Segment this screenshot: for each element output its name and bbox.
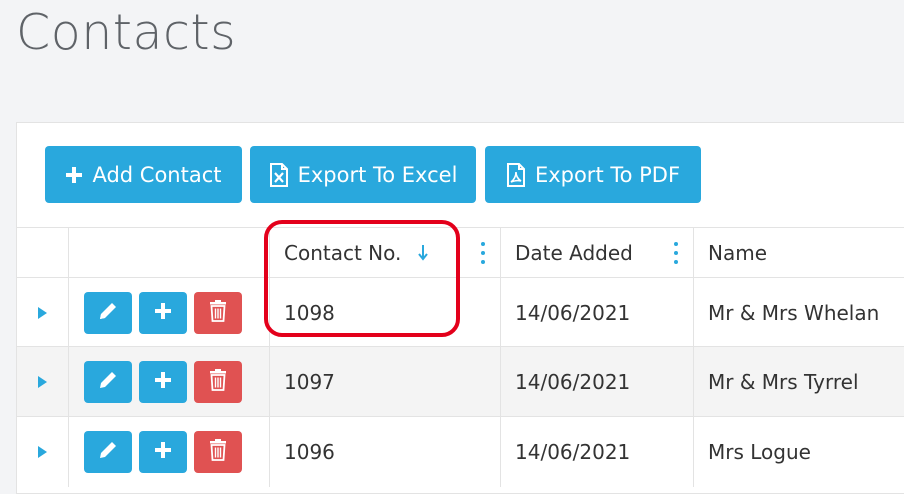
delete-button[interactable]	[194, 431, 242, 473]
edit-button[interactable]	[84, 361, 132, 403]
grid-header-row: Contact No. Date Added Name	[17, 227, 904, 278]
plus-icon	[154, 371, 172, 393]
cell-date-added: 14/06/2021	[515, 440, 631, 464]
column-header-date-added[interactable]: Date Added	[515, 228, 633, 278]
delete-button[interactable]	[194, 292, 242, 334]
table-row[interactable]: 1097 14/06/2021 Mr & Mrs Tyrrel	[17, 346, 904, 417]
edit-button[interactable]	[84, 292, 132, 334]
plus-icon	[154, 302, 172, 324]
trash-icon	[208, 438, 228, 466]
cell-date-added: 14/06/2021	[515, 370, 631, 394]
export-pdf-button[interactable]: Export To PDF	[485, 146, 701, 203]
column-header-date-added-label: Date Added	[515, 241, 633, 265]
add-contact-label: Add Contact	[92, 162, 222, 187]
plus-icon	[65, 166, 83, 184]
table-row[interactable]: 1098 14/06/2021 Mr & Mrs Whelan	[17, 277, 904, 347]
cell-date-added: 14/06/2021	[515, 300, 631, 325]
export-excel-label: Export To Excel	[297, 162, 458, 187]
expand-row-icon[interactable]	[38, 278, 47, 347]
cell-name: Mrs Logue	[708, 440, 811, 464]
expand-row-icon[interactable]	[38, 417, 47, 487]
pdf-file-icon	[506, 162, 526, 187]
add-button[interactable]	[139, 431, 187, 473]
trash-icon	[208, 368, 228, 396]
cell-name: Mr & Mrs Tyrrel	[708, 370, 859, 394]
highlight-annotation	[264, 220, 460, 337]
table-row[interactable]: 1096 14/06/2021 Mrs Logue	[17, 416, 904, 487]
add-contact-button[interactable]: Add Contact	[45, 146, 242, 203]
export-pdf-label: Export To PDF	[534, 162, 681, 187]
page-title: Contacts	[16, 4, 237, 61]
excel-file-icon	[269, 162, 289, 187]
cell-name: Mr & Mrs Whelan	[708, 300, 880, 325]
column-header-name-label: Name	[708, 241, 768, 265]
cell-contact-no: 1096	[284, 440, 335, 464]
delete-button[interactable]	[194, 361, 242, 403]
contacts-panel: Add Contact Export To Excel Export To PD…	[16, 122, 904, 494]
add-button[interactable]	[139, 361, 187, 403]
add-button[interactable]	[139, 292, 187, 334]
column-menu-icon-contact-no[interactable]	[481, 242, 485, 264]
pencil-icon	[96, 299, 120, 327]
plus-icon	[154, 441, 172, 463]
pencil-icon	[96, 438, 120, 466]
column-header-name[interactable]: Name	[708, 228, 767, 278]
expand-row-icon[interactable]	[38, 347, 47, 417]
export-excel-button[interactable]: Export To Excel	[250, 146, 476, 203]
cell-contact-no: 1097	[284, 370, 335, 394]
pencil-icon	[96, 368, 120, 396]
edit-button[interactable]	[84, 431, 132, 473]
column-menu-icon-date-added[interactable]	[674, 242, 678, 264]
trash-icon	[208, 299, 228, 327]
